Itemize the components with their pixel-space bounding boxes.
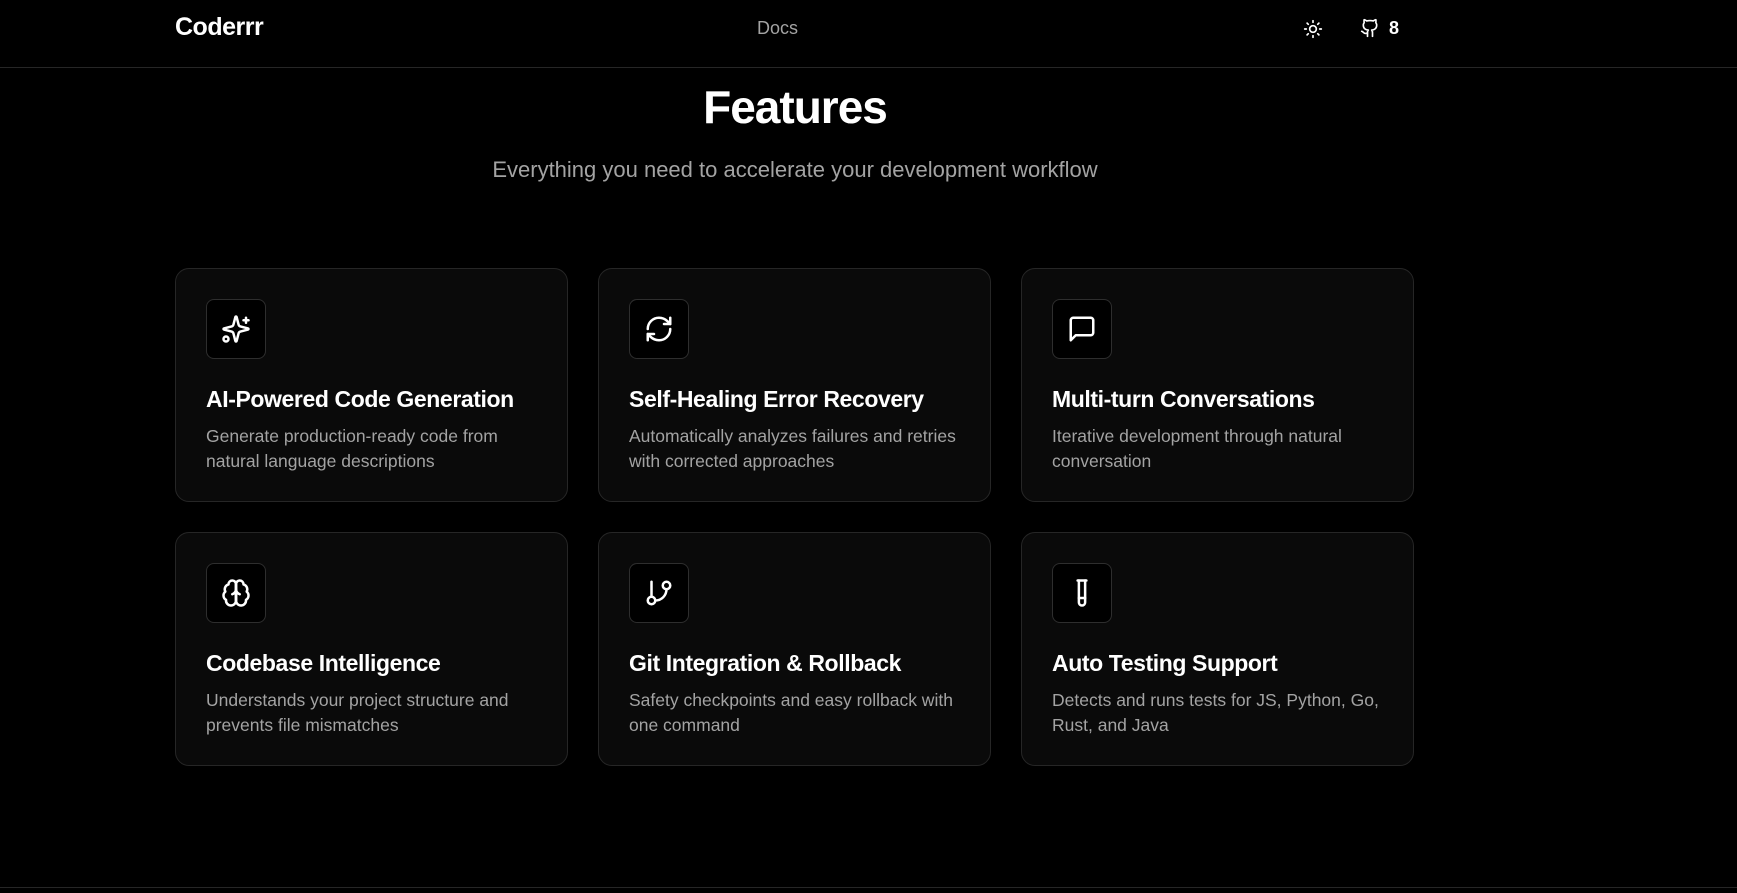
feature-icon-box — [629, 299, 689, 359]
feature-description: Automatically analyzes failures and retr… — [629, 426, 956, 471]
github-icon — [1360, 18, 1378, 38]
feature-icon-box — [1052, 563, 1112, 623]
sparkles-icon — [222, 315, 250, 343]
sun-icon — [1303, 19, 1323, 39]
brand-logo-link[interactable]: Coderrr — [175, 13, 264, 42]
feature-description: Iterative development through natural co… — [1052, 426, 1342, 471]
github-link[interactable]: 8 — [1360, 14, 1399, 42]
feature-description: Safety checkpoints and easy rollback wit… — [629, 690, 953, 735]
refresh-icon — [646, 316, 672, 342]
feature-card-codebase-intelligence: Codebase Intelligence Understands your p… — [175, 532, 568, 766]
feature-description: Detects and runs tests for JS, Python, G… — [1052, 690, 1379, 735]
feature-title: AI-Powered Code Generation — [206, 386, 514, 412]
page-subtitle: Everything you need to accelerate your d… — [492, 157, 1098, 182]
feature-card-auto-testing: Auto Testing Support Detects and runs te… — [1021, 532, 1414, 766]
nav-docs-link[interactable]: Docs — [757, 18, 798, 39]
top-navbar: Coderrr Docs 8 — [0, 0, 1737, 68]
brain-icon — [222, 579, 250, 607]
feature-description: Understands your project structure and p… — [206, 690, 509, 735]
feature-title: Auto Testing Support — [1052, 650, 1278, 676]
page-title: Features — [703, 81, 888, 133]
feature-title: Codebase Intelligence — [206, 650, 441, 676]
feature-card-multi-turn: Multi-turn Conversations Iterative devel… — [1021, 268, 1414, 502]
features-page: Coderrr Docs 8 Features Everything you n… — [0, 0, 1737, 893]
feature-icon-box — [206, 299, 266, 359]
feature-description: Generate production-ready code from natu… — [206, 426, 498, 471]
features-grid: AI-Powered Code Generation Generate prod… — [175, 268, 1415, 766]
test-tube-icon — [1076, 579, 1088, 607]
message-square-icon — [1069, 316, 1095, 342]
git-branch-icon — [646, 580, 672, 606]
feature-title: Git Integration & Rollback — [629, 650, 902, 676]
feature-title: Multi-turn Conversations — [1052, 386, 1315, 412]
feature-card-ai-code-generation: AI-Powered Code Generation Generate prod… — [175, 268, 568, 502]
feature-icon-box — [206, 563, 266, 623]
theme-toggle-button[interactable] — [1300, 16, 1326, 42]
feature-title: Self-Healing Error Recovery — [629, 386, 924, 412]
feature-icon-box — [629, 563, 689, 623]
feature-card-git-integration: Git Integration & Rollback Safety checkp… — [598, 532, 991, 766]
feature-icon-box — [1052, 299, 1112, 359]
feature-card-self-healing: Self-Healing Error Recovery Automaticall… — [598, 268, 991, 502]
github-star-count: 8 — [1389, 17, 1400, 38]
footer-divider — [0, 887, 1737, 888]
